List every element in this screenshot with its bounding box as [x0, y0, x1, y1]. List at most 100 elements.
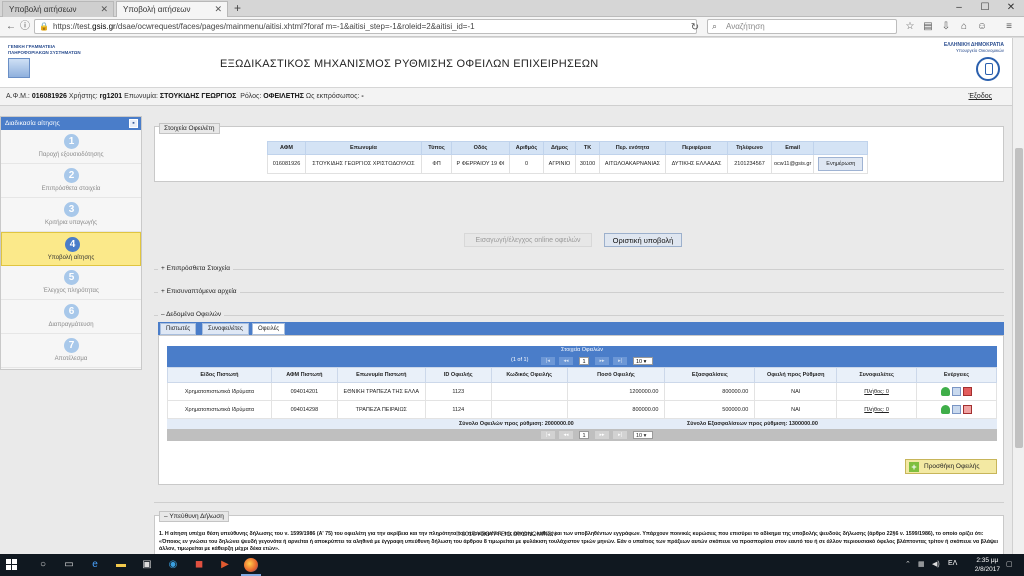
sidebar-step-7[interactable]: 7 Αποτέλεσμα	[1, 334, 141, 368]
last-page-icon[interactable]: ▸|	[613, 431, 627, 439]
tab-debts[interactable]: Οφειλές	[252, 323, 286, 335]
section-legend[interactable]: – Υπεύθυνη Δήλωση	[159, 511, 229, 522]
browser-tab-1[interactable]: Υποβολή αιτήσεων ✕	[2, 1, 114, 17]
url-bar[interactable]: 🔒 https://test.gsis.gr/dsae/ocwrequest/f…	[34, 19, 697, 34]
codebtors-link[interactable]: Πλήθος: 0	[864, 389, 889, 395]
sidebar-step-4[interactable]: 4 Υποβολή αίτησης	[1, 232, 141, 266]
store-icon[interactable]: ▣	[140, 558, 154, 572]
logout-link[interactable]: Έξοδος	[969, 93, 993, 100]
star-icon[interactable]: ☆	[903, 20, 917, 34]
back-icon[interactable]: ←	[4, 20, 18, 34]
prev-page-icon[interactable]: ◂◂	[559, 431, 573, 439]
step-number: 7	[64, 338, 79, 353]
edit-icon[interactable]	[952, 405, 962, 414]
maximize-icon[interactable]: ☐	[972, 0, 998, 16]
file-explorer-icon[interactable]: ▬	[114, 558, 128, 572]
next-page-icon[interactable]: ▸▸	[595, 357, 609, 365]
add-debt-button[interactable]: + Προσθήκη Οφειλής	[905, 459, 997, 474]
firefox-icon[interactable]	[241, 558, 261, 576]
download-icon[interactable]: ⇩	[939, 20, 953, 34]
reload-icon[interactable]: ↻	[688, 21, 702, 35]
window-close-icon[interactable]: ✕	[998, 0, 1024, 16]
app-icon[interactable]: ◉	[166, 558, 180, 572]
media-icon[interactable]: ▶	[218, 558, 232, 572]
column-header: ΑΦΜ	[267, 141, 306, 155]
search-input[interactable]: ⌕ Αναζήτηση	[707, 19, 897, 34]
rep-value: -	[361, 93, 364, 100]
edit-icon[interactable]	[952, 387, 962, 396]
clock[interactable]: 2:35 μμ 2/8/2017	[975, 556, 1000, 574]
page-number[interactable]: 1	[579, 357, 589, 365]
scrollbar-thumb[interactable]	[1015, 148, 1023, 448]
debts-panel: Στοιχεία Οφειλών (1 of 1) |◂ ◂◂ 1 ▸▸ ▸| …	[158, 335, 1004, 485]
tab-creditors[interactable]: Πιστωτές	[160, 323, 197, 335]
language-indicator[interactable]: ΕΛ	[948, 560, 957, 567]
extra-section[interactable]: + Επιπρόσθετα Στοιχεία	[154, 265, 1004, 272]
close-icon[interactable]: ✕	[214, 4, 222, 15]
last-page-icon[interactable]: ▸|	[613, 357, 627, 365]
office-icon[interactable]: ◼	[192, 558, 206, 572]
rows-per-page-select[interactable]: 10 ▾	[633, 431, 653, 439]
codebtors-link[interactable]: Πλήθος: 0	[864, 407, 889, 413]
collapse-icon[interactable]: ▪	[129, 119, 138, 128]
column-header: Οδός	[451, 141, 510, 155]
new-tab-button[interactable]: +	[234, 1, 241, 15]
tab-codebtors[interactable]: Συνοφειλέτες	[202, 323, 249, 335]
page-scrollbar[interactable]	[1012, 38, 1024, 554]
grid-pager-top: (1 of 1) |◂ ◂◂ 1 ▸▸ ▸| 10 ▾	[167, 355, 997, 367]
browser-tab-2[interactable]: Υποβολή αιτήσεων ✕	[116, 1, 228, 17]
page-number[interactable]: 1	[579, 431, 589, 439]
user-icon[interactable]	[941, 405, 951, 414]
chevron-up-icon[interactable]: ⌃	[905, 560, 911, 568]
url-prefix: https://test.	[53, 22, 93, 31]
rep-label: Ως εκπρόσωπος:	[305, 93, 360, 100]
delete-icon[interactable]	[963, 405, 973, 414]
menu-icon[interactable]: ≡	[1002, 20, 1016, 34]
section-toggle[interactable]: + Επισυναπτόμενα αρχεία	[158, 288, 240, 295]
sidebar-step-3[interactable]: 3 Κριτήρια υπαγωγής	[1, 198, 141, 232]
user-icon[interactable]	[941, 387, 951, 396]
reader-icon[interactable]: ▤	[921, 20, 935, 34]
table-row: 016081926 ΣΤΟΥΚΙΔΗΣ ΓΕΩΡΓΙΟΣ ΧΡΙΣΤΟΔΟΥΛΟ…	[267, 154, 869, 174]
update-button[interactable]: Ενημέρωση	[818, 157, 864, 171]
cell-to-settle: ΝΑΙ	[754, 400, 838, 419]
cell-street: Ρ ΦΕΡΡΑΙΟΥ 19 ΦΙ	[451, 154, 510, 174]
delete-icon[interactable]	[963, 387, 973, 396]
add-debt-label: Προσθήκη Οφειλής	[924, 463, 980, 470]
network-icon[interactable]: ▦	[918, 560, 925, 568]
sidebar-step-2[interactable]: 2 Επιπρόσθετα στοιχεία	[1, 164, 141, 198]
notifications-icon[interactable]: ▢	[1006, 560, 1013, 568]
cell-action: Ενημέρωση	[813, 154, 869, 174]
sidebar-step-5[interactable]: 5 Έλεγχος πληρότητας	[1, 266, 141, 300]
sidebar-step-1[interactable]: 1 Παροχή εξουσιοδότησης	[1, 130, 141, 164]
windows-start-icon[interactable]	[6, 559, 18, 571]
search-icon[interactable]: ○	[36, 558, 50, 572]
close-icon[interactable]: ✕	[100, 4, 108, 15]
volume-icon[interactable]: ◀)	[932, 560, 940, 568]
first-page-icon[interactable]: |◂	[541, 431, 555, 439]
rows-per-page-select[interactable]: 10 ▾	[633, 357, 653, 365]
final-submit-button[interactable]: Οριστική υποβολή	[604, 233, 682, 247]
minimize-icon[interactable]: –	[946, 0, 972, 16]
attachments-section[interactable]: + Επισυναπτόμενα αρχεία	[154, 288, 1004, 295]
edge-icon[interactable]: e	[88, 558, 102, 572]
debt-data-section[interactable]: – Δεδομένα Οφειλών	[154, 311, 1004, 318]
prev-page-icon[interactable]: ◂◂	[559, 357, 573, 365]
sidebar-step-6[interactable]: 6 Διαπραγμάτευση	[1, 300, 141, 334]
column-header-empty	[813, 141, 869, 155]
smiley-icon[interactable]: ☺	[975, 20, 989, 34]
url-rest: /dsae/ocwrequest/faces/pages/mainmenu/ai…	[115, 22, 475, 31]
section-toggle[interactable]: – Δεδομένα Οφειλών	[158, 311, 225, 318]
rows-per-page-value: 10	[636, 433, 643, 439]
task-view-icon[interactable]: ▭	[62, 558, 76, 572]
cell-amount: 1200000.00	[566, 382, 666, 401]
home-icon[interactable]: ⌂	[957, 20, 971, 34]
section-title: Επισυναπτόμενα αρχεία	[166, 288, 237, 295]
first-page-icon[interactable]: |◂	[541, 357, 555, 365]
page-info: (1 of 1)	[511, 357, 529, 363]
sidebar-title: Διαδικασία αίτησης	[5, 120, 60, 127]
next-page-icon[interactable]: ▸▸	[595, 431, 609, 439]
rows-per-page-value: 10	[636, 359, 643, 365]
section-toggle[interactable]: + Επιπρόσθετα Στοιχεία	[158, 265, 233, 272]
info-icon[interactable]: ⓘ	[18, 20, 32, 34]
